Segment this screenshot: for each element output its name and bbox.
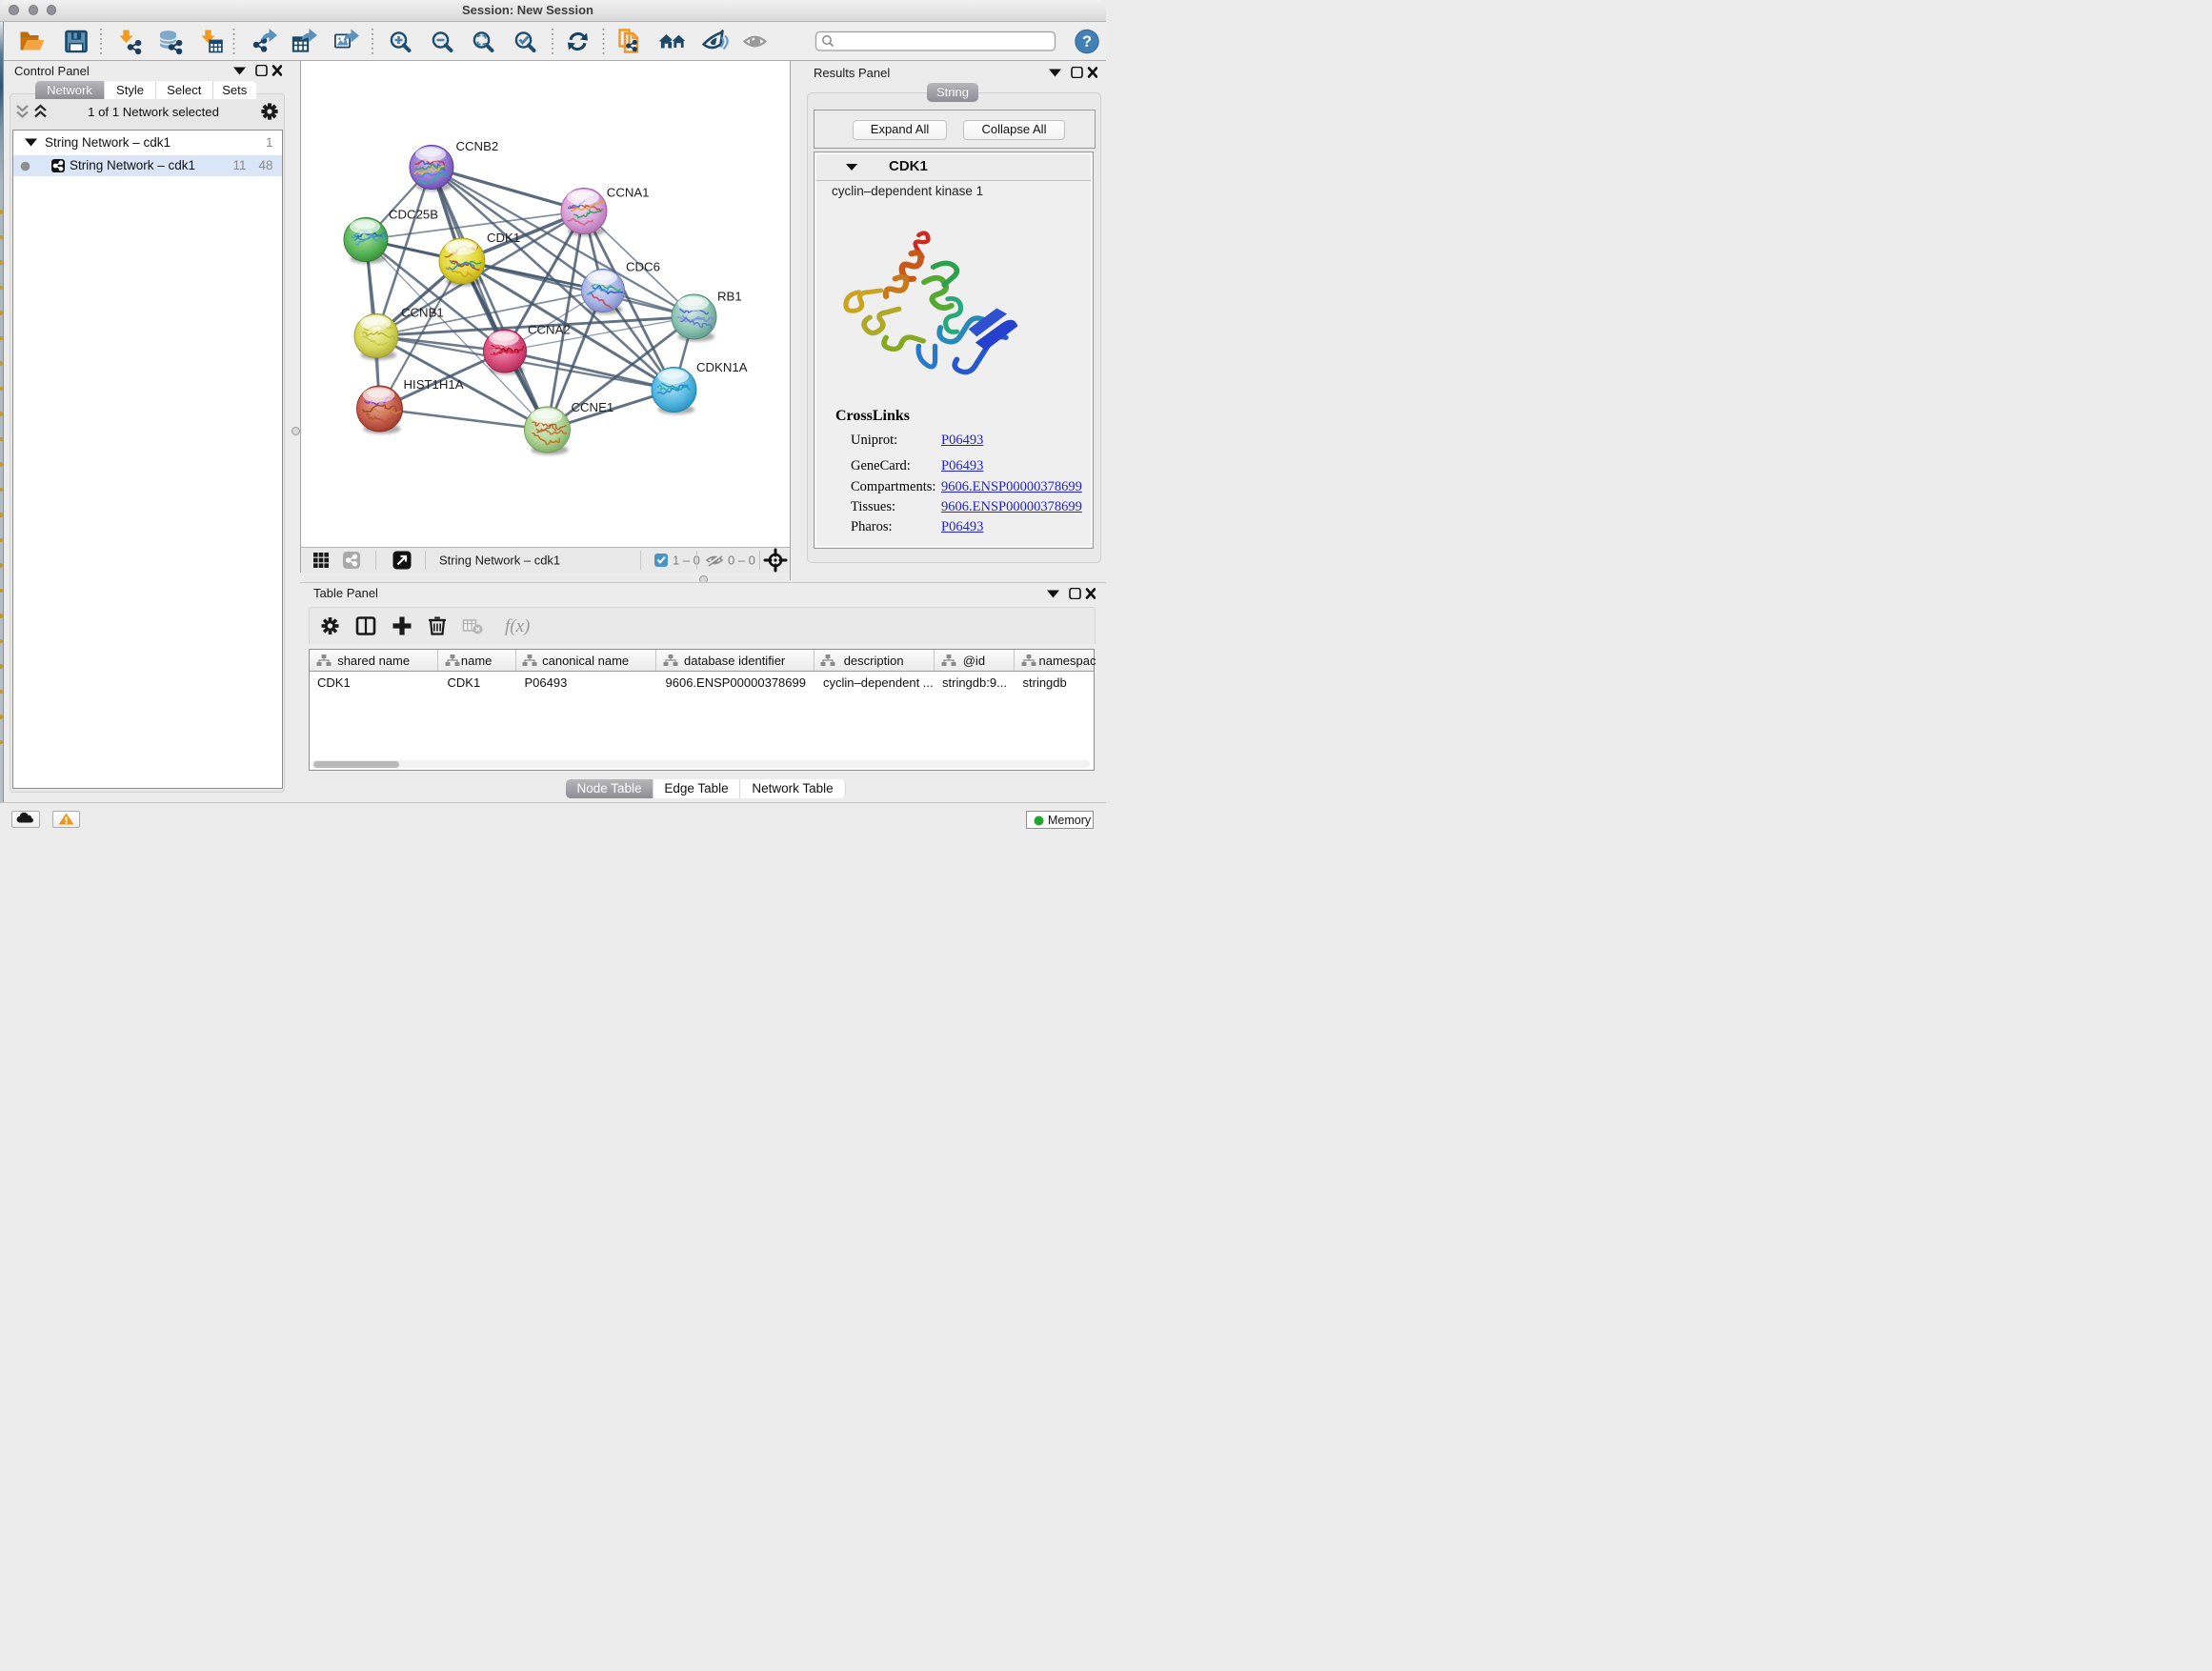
svg-text:?: ? [1082, 33, 1092, 50]
svg-text:CDK1: CDK1 [487, 231, 520, 245]
svg-text:CCNA2: CCNA2 [528, 322, 571, 336]
svg-text:CDC6: CDC6 [626, 259, 660, 273]
svg-text:CCNA1: CCNA1 [607, 185, 650, 199]
svg-text:CDC25B: CDC25B [389, 207, 438, 221]
svg-text:CCNB2: CCNB2 [456, 139, 499, 153]
svg-text:RB1: RB1 [717, 289, 742, 303]
svg-text:0 – 0: 0 – 0 [728, 553, 755, 567]
svg-text:1 of 1 Network selected: 1 of 1 Network selected [88, 105, 219, 119]
svg-text:1 – 0: 1 – 0 [673, 553, 700, 567]
svg-text:CCNB1: CCNB1 [401, 305, 444, 319]
svg-text:CCNE1: CCNE1 [572, 400, 614, 414]
svg-text:CDKN1A: CDKN1A [696, 360, 748, 374]
svg-text:HIST1H1A: HIST1H1A [404, 377, 464, 392]
svg-text:String Network – cdk1: String Network – cdk1 [439, 553, 560, 567]
svg-text:f(x): f(x) [505, 616, 530, 636]
